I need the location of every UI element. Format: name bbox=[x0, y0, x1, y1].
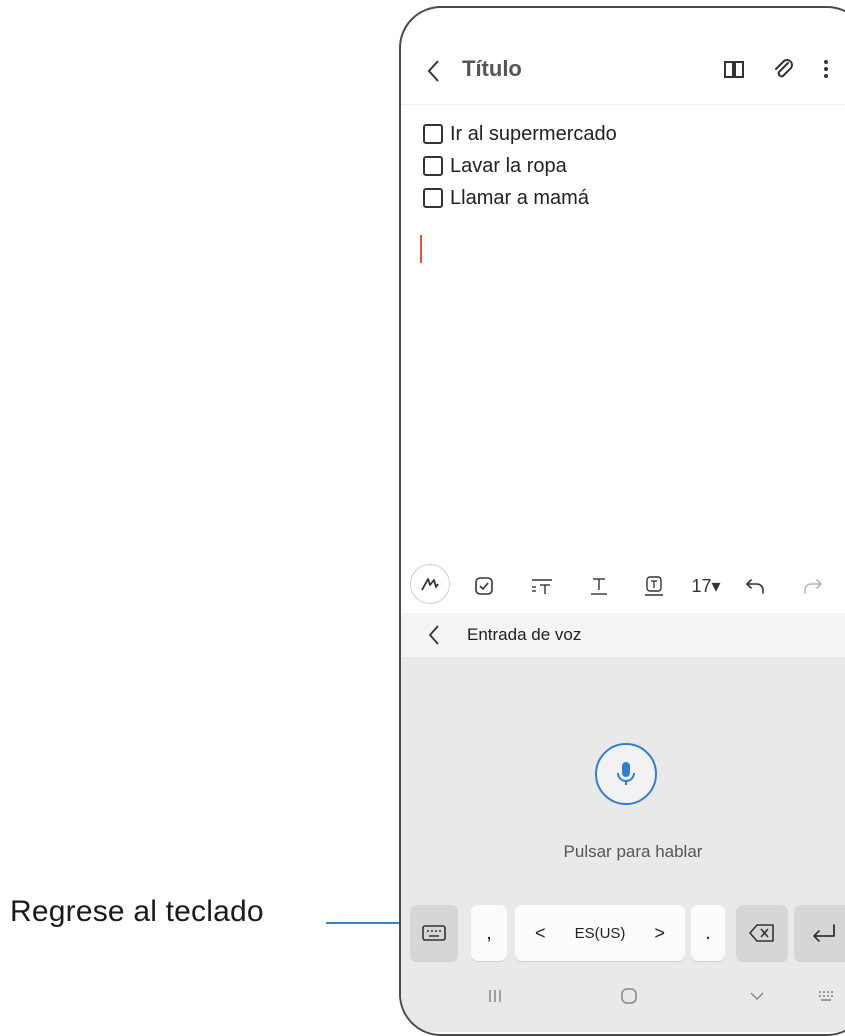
text-style-button[interactable] bbox=[584, 566, 614, 606]
checklist: Ir al supermercado Lavar la ropa Llamar … bbox=[423, 118, 617, 214]
phone-frame: Título Ir al supermercado Lavar la ropa … bbox=[399, 6, 845, 1036]
checkbox[interactable] bbox=[423, 188, 443, 208]
voice-input-bar: Entrada de voz bbox=[401, 613, 845, 657]
paragraph-style-icon bbox=[532, 579, 552, 594]
recent-apps-button[interactable] bbox=[483, 982, 507, 1010]
font-size-button[interactable]: 17▾ bbox=[686, 566, 726, 606]
navigation-bar bbox=[401, 972, 845, 1032]
hide-keyboard-button[interactable] bbox=[745, 982, 769, 1010]
checklist-item[interactable]: Lavar la ropa bbox=[423, 150, 617, 182]
microphone-icon bbox=[617, 762, 635, 785]
more-options-button[interactable] bbox=[811, 54, 841, 84]
text-cursor bbox=[420, 235, 422, 263]
keyboard-mode-button[interactable] bbox=[815, 982, 839, 1010]
chevron-left-icon bbox=[427, 60, 439, 82]
callout-label: Regrese al teclado bbox=[10, 895, 264, 928]
checkbox-icon bbox=[475, 577, 493, 595]
voice-back-button[interactable] bbox=[425, 622, 443, 648]
chevron-left-icon bbox=[428, 625, 439, 645]
keyboard-grid-icon bbox=[819, 991, 833, 1001]
checklist-item[interactable]: Llamar a mamá bbox=[423, 182, 617, 214]
home-icon bbox=[621, 988, 637, 1004]
back-button[interactable] bbox=[423, 56, 445, 86]
attach-button[interactable] bbox=[768, 54, 798, 84]
formatting-toolbar: 17▾ bbox=[401, 560, 845, 612]
tap-to-speak-label: Pulsar para hablar bbox=[401, 842, 845, 862]
recent-apps-icon bbox=[489, 990, 501, 1002]
voice-input-panel: Pulsar para hablar bbox=[401, 657, 845, 898]
enter-icon bbox=[813, 924, 835, 942]
comma-key[interactable]: , bbox=[471, 905, 507, 961]
checklist-item-label: Ir al supermercado bbox=[450, 122, 617, 145]
redo-button[interactable] bbox=[797, 566, 827, 606]
backspace-key[interactable] bbox=[736, 905, 788, 961]
keyboard-switch-button[interactable] bbox=[410, 905, 458, 961]
handwriting-button[interactable] bbox=[410, 564, 450, 604]
note-header: Título bbox=[401, 46, 845, 98]
paperclip-icon bbox=[775, 59, 793, 78]
reading-mode-button[interactable] bbox=[719, 54, 749, 84]
chevron-down-icon bbox=[750, 992, 764, 1001]
period-key[interactable]: . bbox=[691, 905, 725, 961]
header-divider bbox=[401, 104, 845, 105]
book-icon bbox=[724, 61, 744, 78]
text-box-icon bbox=[645, 576, 663, 596]
voice-input-title: Entrada de voz bbox=[467, 625, 582, 644]
checklist-item[interactable]: Ir al supermercado bbox=[423, 118, 617, 150]
more-vertical-icon bbox=[824, 60, 828, 78]
keyboard-icon bbox=[422, 925, 446, 941]
microphone-button[interactable] bbox=[595, 743, 657, 805]
redo-icon bbox=[804, 579, 823, 594]
callout-line bbox=[326, 922, 406, 924]
checklist-item-label: Lavar la ropa bbox=[450, 154, 567, 177]
home-button[interactable] bbox=[617, 982, 641, 1010]
tap-to-speak-text: Pulsar para hablar bbox=[563, 842, 703, 861]
checklist-item-label: Llamar a mamá bbox=[450, 186, 589, 209]
backspace-icon bbox=[749, 924, 774, 942]
paragraph-style-button[interactable] bbox=[527, 566, 557, 606]
undo-button[interactable] bbox=[741, 566, 771, 606]
language-prev: < bbox=[535, 922, 546, 943]
enter-key[interactable] bbox=[794, 905, 845, 961]
language-space-key[interactable]: < ES(US) > bbox=[515, 905, 685, 961]
checkbox[interactable] bbox=[423, 156, 443, 176]
checkbox[interactable] bbox=[423, 124, 443, 144]
language-next: > bbox=[654, 922, 665, 943]
note-title[interactable]: Título bbox=[462, 56, 522, 82]
text-style-icon bbox=[591, 578, 607, 595]
keyboard-bottom-row: , < ES(US) > . bbox=[401, 898, 845, 972]
undo-icon bbox=[745, 579, 764, 594]
language-label: ES(US) bbox=[574, 924, 626, 942]
checkbox-button[interactable] bbox=[469, 566, 499, 606]
pen-icon bbox=[421, 578, 439, 591]
notes-screen: Título Ir al supermercado Lavar la ropa … bbox=[401, 8, 845, 1034]
text-box-button[interactable] bbox=[639, 566, 669, 606]
